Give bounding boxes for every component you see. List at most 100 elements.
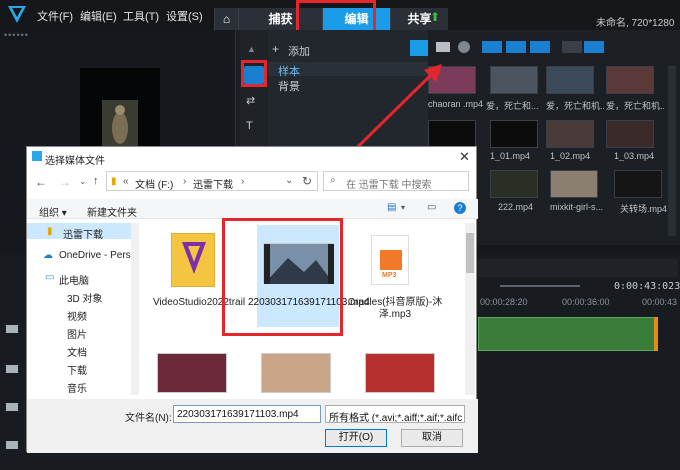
breadcrumb-folder[interactable]: 迅雷下载 (193, 176, 233, 191)
add-icon[interactable]: + (272, 42, 279, 56)
tree-item-background[interactable]: 背景 (278, 78, 300, 94)
nav-item-xunlei[interactable]: 迅雷下载 (63, 226, 103, 241)
thumb-7[interactable] (546, 120, 594, 148)
thumb-label-5: 1_01.mp4 (490, 151, 531, 161)
thumb-label-6: 1_02.mp4 (550, 151, 591, 161)
track-title-icon (6, 403, 18, 411)
video-thumb-2-icon[interactable] (157, 353, 227, 393)
track-audio-icon (6, 441, 18, 449)
ruler-3: 00:00:43 (642, 297, 678, 307)
preview-pane-icon[interactable]: ▭ (427, 202, 436, 213)
thumb-label-9: mixkit-girl-s... (550, 202, 603, 212)
audio-clip[interactable] (478, 317, 656, 351)
thumb-label-2: 爱，死亡和... (486, 101, 539, 111)
search-box[interactable]: ⌕ 在 迅雷下载 中搜索 (323, 171, 469, 191)
folder-icon[interactable] (436, 42, 450, 52)
thumb-4[interactable] (606, 66, 654, 94)
track-video-icon (6, 325, 18, 333)
search-input[interactable]: 在 迅雷下载 中搜索 (346, 176, 432, 191)
tree-item-sample[interactable]: 样本 (278, 63, 300, 79)
file-mp3-label[interactable]: Cradles(抖音原版)-沐泽.mp3 (345, 297, 445, 321)
filename-input[interactable]: 220303171639171103.mp4 (173, 405, 321, 423)
new-folder-button[interactable]: 新建文件夹 (87, 204, 137, 219)
highlight-box-media-icon (241, 60, 267, 87)
menu-file[interactable]: 文件(F) (37, 8, 73, 24)
nav-item-documents[interactable]: 文档 (67, 344, 87, 359)
mp3-badge: MP3 (382, 272, 397, 279)
nav-item-downloads[interactable]: 下载 (67, 362, 87, 377)
address-folder-icon: ▮ (111, 176, 117, 187)
music-note-icon (380, 250, 402, 270)
up-folder-icon[interactable]: ↑ (93, 175, 99, 187)
folder-thumb-icon[interactable] (171, 233, 215, 287)
this-pc-icon: ▭ (45, 272, 55, 283)
video-thumb-4-icon[interactable] (365, 353, 435, 393)
filter-photo-icon[interactable] (506, 41, 526, 53)
app-logo-icon (8, 6, 26, 24)
dialog-title: 选择媒体文件 (45, 156, 105, 167)
add-button[interactable]: 添加 (288, 43, 310, 59)
thumb-6[interactable] (490, 120, 538, 148)
home-icon[interactable]: ⌂ (214, 8, 238, 30)
forward-icon[interactable]: → (59, 175, 71, 189)
scroll-thumb[interactable] (466, 233, 474, 273)
menu-settings[interactable]: 设置(S) (166, 8, 203, 24)
ruler-1: 00:00:28:20 (480, 297, 528, 307)
help-icon[interactable]: ? (454, 202, 466, 214)
breadcrumb-chevron-icon: › (183, 176, 187, 187)
gear-icon[interactable] (458, 41, 470, 53)
nav-item-3d[interactable]: 3D 对象 (67, 290, 103, 305)
onedrive-icon: ☁ (43, 250, 53, 261)
refresh-icon[interactable]: ↻ (302, 174, 312, 188)
thumb-8[interactable] (606, 120, 654, 148)
thumb-10[interactable] (550, 170, 598, 198)
thumb-9[interactable] (490, 170, 538, 198)
view-options-icon[interactable]: ▤ (387, 202, 396, 213)
filter-audio-icon[interactable] (530, 41, 550, 53)
nav-item-videos[interactable]: 视频 (67, 308, 87, 323)
list-view-icon[interactable] (562, 41, 582, 53)
thumb-2[interactable] (490, 66, 538, 94)
back-icon[interactable]: ← (35, 175, 47, 189)
video-thumb-3-icon[interactable] (261, 353, 331, 393)
collapse-up-icon[interactable]: ▲ (247, 44, 256, 54)
nav-item-pictures[interactable]: 图片 (67, 326, 87, 341)
address-dropdown-icon[interactable]: ⌄ (285, 175, 293, 186)
cancel-button[interactable]: 取消 (401, 429, 463, 447)
history-dropdown-icon[interactable]: ⌄ (79, 176, 87, 187)
nav-item-onedrive[interactable]: OneDrive - Perso (59, 250, 136, 261)
thumb-label-7: 1_03.mp4 (614, 151, 655, 161)
thumbs-scrollbar[interactable] (668, 66, 676, 236)
menu-edit[interactable]: 编辑(E) (80, 8, 117, 24)
nav-item-this-pc[interactable]: 此电脑 (59, 272, 89, 287)
files-scrollbar[interactable] (465, 223, 475, 395)
nav-scrollbar[interactable] (131, 223, 139, 395)
grid-view-icon[interactable] (584, 41, 604, 53)
breadcrumb-drive[interactable]: 文档 (F:) (135, 176, 173, 191)
zoom-slider[interactable] (500, 285, 580, 287)
view-dropdown-icon[interactable]: ▾ (401, 203, 405, 212)
open-button[interactable]: 打开(O) (325, 429, 387, 447)
thumb-label-4: 爱，死亡和机... (606, 101, 664, 111)
panel-grip: •••••• (4, 30, 29, 40)
title-icon[interactable]: T (246, 120, 253, 132)
filename-label: 文件名(N): (125, 413, 172, 424)
close-icon[interactable]: ✕ (459, 149, 470, 165)
nav-item-music[interactable]: 音乐 (67, 380, 87, 395)
corner-tag-icon[interactable] (410, 40, 428, 56)
thumb-3[interactable] (546, 66, 594, 94)
address-bar[interactable]: ▮ « 文档 (F:) › 迅雷下载 › ⌄ ↻ (106, 171, 318, 191)
clip-end-handle[interactable] (654, 317, 658, 351)
timecode[interactable]: 0:00:43:023 (614, 281, 680, 292)
filetype-select[interactable]: 所有格式 (*.avi;*.aiff;*.aif;*.aifc (325, 405, 465, 423)
menu-tools[interactable]: 工具(T) (123, 8, 159, 24)
upload-arrow-icon[interactable]: ⬆ (430, 10, 440, 24)
thumb-label-3: 爱，死亡和机... (546, 101, 604, 111)
thumb-11[interactable] (614, 170, 662, 198)
mp3-thumb-icon[interactable]: MP3 (371, 235, 409, 285)
search-icon: ⌕ (330, 175, 336, 186)
nav-folder-icon: ▮ (47, 226, 53, 237)
transition-icon[interactable]: ⇄ (246, 94, 255, 107)
organize-button[interactable]: 组织 ▾ (39, 204, 67, 219)
filter-video-icon[interactable] (482, 41, 502, 53)
